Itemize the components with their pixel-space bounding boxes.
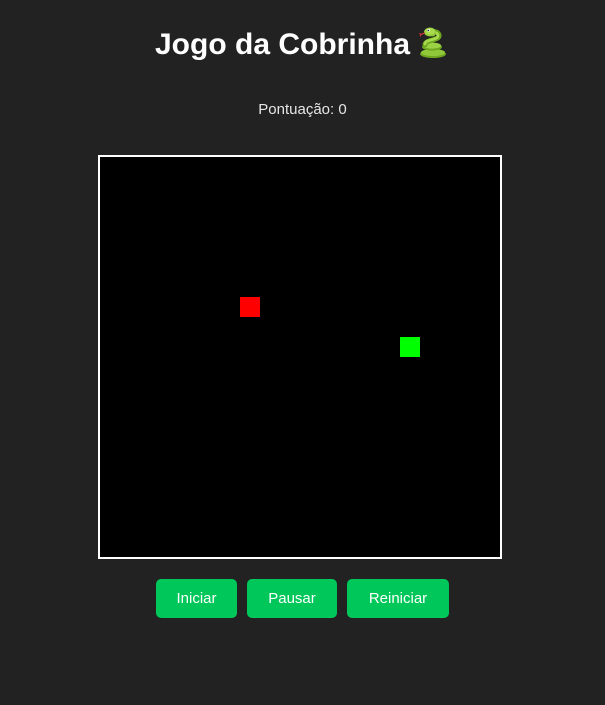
restart-button[interactable]: Reiniciar bbox=[347, 579, 449, 618]
start-button[interactable]: Iniciar bbox=[156, 579, 237, 618]
game-controls: Iniciar Pausar Reiniciar bbox=[0, 579, 605, 618]
game-board[interactable] bbox=[98, 155, 502, 559]
snake-head bbox=[400, 337, 420, 357]
page-title: Jogo da Cobrinha bbox=[0, 24, 605, 65]
title-text: Jogo da Cobrinha bbox=[155, 28, 410, 62]
pause-button[interactable]: Pausar bbox=[247, 579, 337, 618]
score-display: Pontuação: 0 bbox=[258, 101, 347, 118]
food-apple bbox=[240, 297, 260, 317]
snake-icon bbox=[419, 27, 446, 59]
